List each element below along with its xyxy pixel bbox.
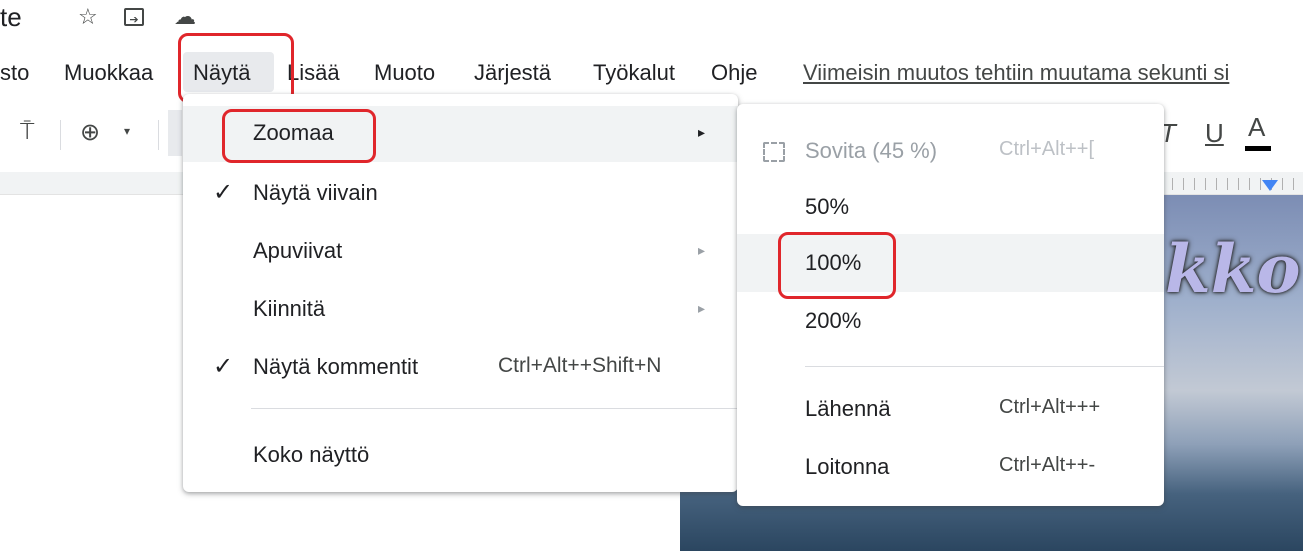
menubar-ohje[interactable]: Ohje [711, 60, 757, 86]
menu-item-nayta-viivain[interactable]: ✓ Näytä viivain [183, 166, 738, 222]
zoom-submenu: Sovita (45 %) Ctrl+Alt++[ 50% 100% 200% … [737, 104, 1164, 506]
menu-separator [805, 366, 1164, 367]
chevron-down-icon[interactable]: ▾ [124, 124, 130, 138]
submenu-arrow-icon: ▸ [698, 242, 706, 258]
menu-item-koko-naytto[interactable]: Koko näyttö [183, 428, 738, 484]
menu-item-kiinnita[interactable]: Kiinnitä ▸ [183, 282, 738, 338]
menu-item-shortcut: Ctrl+Alt++Shift+N [498, 354, 662, 377]
move-folder-icon[interactable]: ➔ [124, 8, 144, 26]
submenu-item-label: 50% [805, 194, 850, 219]
menubar-muoto[interactable]: Muoto [374, 60, 435, 86]
menu-item-label: Näytä viivain [253, 180, 378, 205]
menubar-jarjesta[interactable]: Järjestä [474, 60, 551, 86]
toolbar-separator [60, 120, 61, 150]
submenu-item-shortcut: Ctrl+Alt++- [999, 454, 1096, 476]
menubar-lisaa[interactable]: Lisää [287, 60, 340, 86]
menu-item-nayta-kommentit[interactable]: ✓ Näytä kommentit Ctrl+Alt++Shift+N [183, 340, 738, 396]
toolbar-select-button[interactable] [168, 110, 182, 156]
menu-item-label: Näytä kommentit [253, 354, 419, 379]
ruler[interactable] [1172, 178, 1303, 190]
submenu-item-label: Sovita (45 %) [805, 138, 938, 163]
submenu-item-200[interactable]: 200% [737, 292, 1164, 350]
text-color-swatch [1245, 146, 1271, 151]
submenu-arrow-icon: ▸ [698, 124, 706, 140]
last-edit-link[interactable]: Viimeisin muutos tehtiin muutama sekunti… [803, 60, 1229, 86]
submenu-item-label: 200% [805, 308, 862, 333]
submenu-item-shortcut: Ctrl+Alt++[ [999, 138, 1095, 160]
checkmark-icon: ✓ [213, 353, 234, 380]
menu-item-label: Koko näyttö [253, 442, 370, 467]
highlight-box-nayta [178, 33, 294, 103]
menu-item-label: Apuviivat [253, 238, 343, 263]
zoom-icon[interactable]: ⊕ [80, 118, 100, 147]
menu-item-apuviivat[interactable]: Apuviivat ▸ [183, 224, 738, 280]
submenu-arrow-icon: ▸ [698, 300, 706, 316]
text-color-button[interactable]: A [1248, 112, 1265, 143]
menu-item-label: Kiinnitä [253, 296, 326, 321]
menubar-muokkaa[interactable]: Muokkaa [64, 60, 153, 86]
menu-separator [251, 408, 738, 409]
fit-to-screen-icon [763, 142, 785, 162]
slide-title-text[interactable]: kko [1165, 230, 1300, 308]
menubar-tiedosto[interactable]: sto [0, 60, 29, 86]
document-title[interactable]: te [0, 2, 22, 33]
submenu-item-shortcut: Ctrl+Alt+++ [999, 396, 1101, 418]
submenu-item-label: Lähennä [805, 396, 891, 421]
submenu-item-loitonna[interactable]: Loitonna Ctrl+Alt++- [737, 438, 1164, 496]
menubar-tyokalut[interactable]: Työkalut [593, 60, 675, 86]
submenu-item-sovita: Sovita (45 %) Ctrl+Alt++[ [737, 122, 1164, 180]
toolbar-separator [158, 120, 159, 150]
underline-button[interactable]: U [1205, 118, 1224, 149]
highlight-box-100 [778, 232, 896, 299]
submenu-item-label: Loitonna [805, 454, 890, 479]
star-icon[interactable]: ☆ [78, 4, 98, 30]
paint-format-icon[interactable]: ⍑ [20, 118, 34, 146]
ruler-indent-marker[interactable] [1262, 180, 1278, 191]
highlight-box-zoomaa [222, 109, 376, 163]
checkmark-icon: ✓ [213, 179, 234, 206]
cloud-status-icon[interactable]: ☁ [174, 4, 196, 30]
submenu-item-50[interactable]: 50% [737, 178, 1164, 236]
submenu-item-lahenna[interactable]: Lähennä Ctrl+Alt+++ [737, 380, 1164, 438]
